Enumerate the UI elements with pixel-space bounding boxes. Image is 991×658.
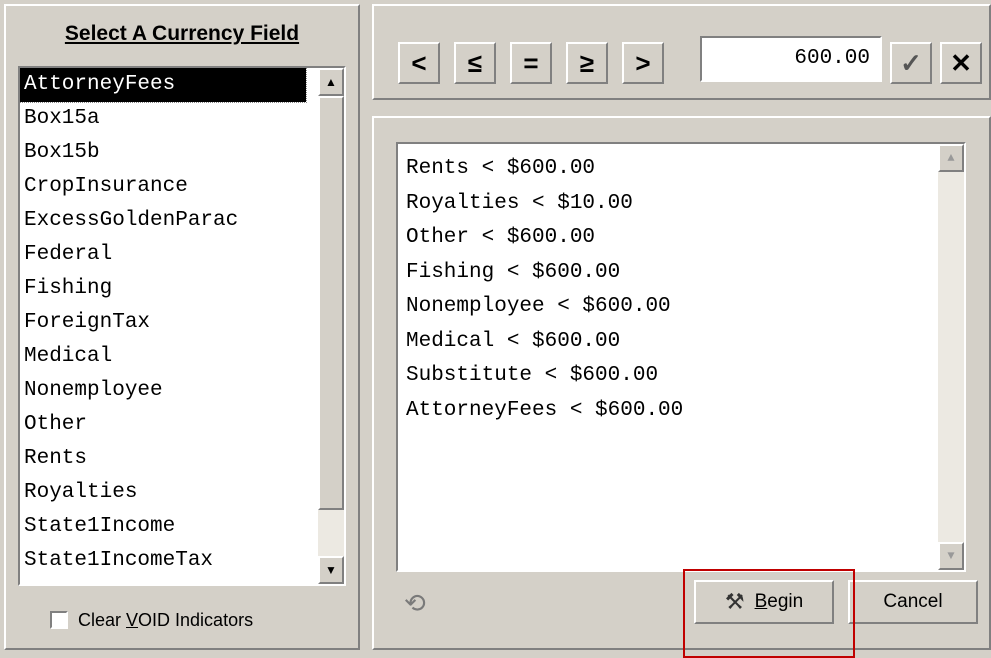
check-icon[interactable]: ✓	[890, 42, 932, 84]
scroll-down-arrow-icon[interactable]: ▼	[938, 542, 964, 570]
criteria-line: Nonemployee < $600.00	[406, 295, 671, 318]
currency-field-items: AttorneyFees Box15a Box15b CropInsurance Exc…	[20, 68, 307, 578]
list-item[interactable]: Other	[20, 408, 306, 442]
criteria-line: Substitute < $600.00	[406, 364, 659, 387]
list-item[interactable]: Box15b	[20, 136, 306, 170]
list-item[interactable]: Federal	[20, 238, 306, 272]
list-item[interactable]: State1IncomeTax	[20, 544, 306, 578]
panel-title: Select A Currency Field	[64, 22, 300, 45]
value-input[interactable]: 600.00	[700, 36, 882, 82]
clear-void-checkbox[interactable]	[50, 611, 68, 629]
criteria-line: AttorneyFees < $600.00	[406, 398, 684, 422]
clear-void-label: Clear VOID Indicators	[78, 609, 254, 630]
list-item[interactable]: AttorneyFees	[20, 68, 307, 103]
list-item[interactable]: Nonemployee	[20, 374, 306, 408]
scroll-down-arrow-icon[interactable]: ▼	[318, 556, 344, 584]
refresh-icon[interactable]: ⟲	[404, 588, 426, 619]
criteria-line: Medical < $600.00	[406, 329, 621, 353]
list-item[interactable]: Royalties	[20, 476, 306, 510]
list-item[interactable]: Rents	[20, 442, 306, 476]
list-item[interactable]: Medical	[20, 340, 306, 374]
criteria-lines: Rents < $600.00 Royalties < $10.00 Other <…	[406, 152, 683, 428]
less-equal-button[interactable]: ≤	[454, 42, 496, 84]
scroll-up-arrow-icon[interactable]: ▲	[938, 144, 964, 172]
list-scrollbar[interactable]: ▲ ▼	[318, 68, 344, 584]
list-item[interactable]: Box15a	[20, 102, 306, 136]
currency-field-panel: Select A Currency Field AttorneyFees Box1…	[4, 4, 360, 650]
criteria-scrollbar[interactable]: ▲ ▼	[938, 144, 964, 570]
list-item[interactable]: CropInsurance	[20, 170, 306, 204]
criteria-panel: Rents < $600.00 Royalties < $10.00 Other <…	[372, 116, 991, 650]
operator-toolbar: < ≤ = ≥ > 600.00 ✓ ✕	[372, 4, 991, 100]
begin-highlight-box	[683, 569, 855, 658]
criteria-line: Fishing < $600.00	[406, 260, 621, 284]
criteria-textarea[interactable]: Rents < $600.00 Royalties < $10.00 Other <…	[396, 142, 966, 572]
close-icon[interactable]: ✕	[940, 42, 982, 84]
list-item[interactable]: State1Income	[20, 510, 306, 544]
scrollbar-thumb[interactable]	[318, 96, 344, 510]
greater-equal-button[interactable]: ≥	[566, 42, 608, 84]
criteria-line: Other < $600.00	[406, 226, 596, 249]
list-item[interactable]: ForeignTax	[20, 306, 306, 340]
criteria-line: Rents < $600.00	[406, 157, 596, 180]
cancel-button[interactable]: Cancel	[848, 580, 978, 624]
criteria-line: Royalties < $10.00	[406, 191, 633, 215]
currency-field-list[interactable]: AttorneyFees Box15a Box15b CropInsurance Exc…	[18, 66, 346, 586]
less-than-button[interactable]: <	[398, 42, 440, 84]
greater-than-button[interactable]: >	[622, 42, 664, 84]
scroll-up-arrow-icon[interactable]: ▲	[318, 68, 344, 96]
list-item[interactable]: Fishing	[20, 272, 306, 306]
equal-button[interactable]: =	[510, 42, 552, 84]
clear-void-checkbox-row[interactable]: Clear VOID Indicators	[50, 604, 253, 636]
list-item[interactable]: ExcessGoldenParac	[20, 204, 306, 238]
